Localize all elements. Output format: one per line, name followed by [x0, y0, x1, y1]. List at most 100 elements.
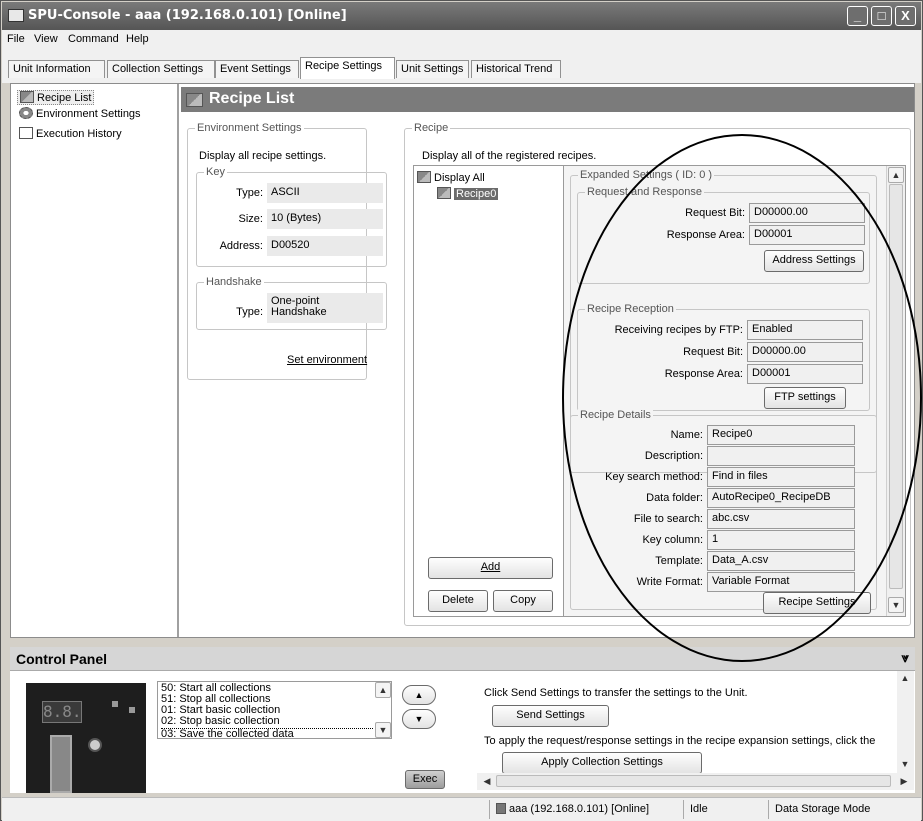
exec-label: Exec: [412, 773, 438, 785]
scroll-up-icon[interactable]: ▲: [375, 682, 391, 698]
send-settings-label: Send Settings: [516, 709, 585, 721]
window-title: SPU-Console - aaa (192.168.0.101) [Onlin…: [28, 8, 347, 23]
collapse-chevron-icon[interactable]: ⩔: [902, 650, 909, 666]
scroll-down-icon[interactable]: ▼: [888, 597, 904, 613]
reception-response-area-label: Response Area:: [664, 368, 743, 380]
scroll-down-icon[interactable]: ▼: [375, 722, 391, 738]
scroll-left-icon[interactable]: ◀: [479, 774, 495, 790]
move-down-button[interactable]: ▼: [402, 709, 436, 729]
group-legend: Recipe Reception: [585, 303, 676, 315]
exec-button[interactable]: Exec: [405, 770, 445, 789]
environment-settings-group: Environment Settings Display all recipe …: [187, 122, 387, 380]
status-connection: aaa (192.168.0.101) [Online]: [489, 800, 683, 819]
ftp-settings-button[interactable]: FTP settings: [764, 387, 846, 409]
tree-root-label: Display All: [434, 172, 485, 184]
control-panel-title: Control Panel: [16, 651, 108, 667]
scrollbar-thumb[interactable]: [496, 775, 891, 787]
command-item[interactable]: 03: Save the collected data: [161, 729, 294, 740]
tab-unit-settings[interactable]: Unit Settings: [396, 60, 469, 78]
address-settings-button[interactable]: Address Settings: [764, 250, 864, 272]
scroll-up-icon[interactable]: ▲: [897, 671, 913, 687]
add-button[interactable]: Add: [428, 557, 553, 579]
document-icon: [19, 127, 33, 139]
sidebar-item-recipe-list[interactable]: Recipe List: [17, 90, 95, 105]
gear-icon: [19, 107, 33, 119]
menu-help[interactable]: Help: [126, 33, 149, 45]
close-button[interactable]: X: [895, 6, 916, 26]
segment-display: 8.8.: [42, 701, 82, 723]
tab-historical-trend[interactable]: Historical Trend: [471, 60, 561, 78]
recipe-reception-group: Recipe Reception Receiving recipes by FT…: [577, 303, 870, 411]
menu-command[interactable]: Command: [68, 33, 119, 45]
env-description: Display all recipe settings.: [199, 150, 327, 162]
key-type-label: Type:: [236, 187, 263, 199]
control-panel-body: 8.8. 50: Start all collections 51: Stop …: [10, 671, 915, 793]
tree-root-display-all[interactable]: Display All: [417, 171, 485, 184]
status-state: Idle: [683, 800, 768, 819]
apply-collection-settings-button[interactable]: Apply Collection Settings: [502, 752, 702, 774]
command-list[interactable]: 50: Start all collections 51: Stop all c…: [157, 681, 392, 740]
ftp-receiving-value: Enabled: [747, 320, 863, 340]
detail-value: [707, 446, 855, 466]
detail-value: AutoRecipe0_RecipeDB: [707, 488, 855, 508]
detail-value: 1: [707, 530, 855, 550]
copy-button[interactable]: Copy: [493, 590, 553, 612]
detail-value: Variable Format: [707, 572, 855, 592]
detail-label: Key column:: [642, 534, 703, 546]
scroll-down-icon[interactable]: ▼: [897, 757, 913, 773]
scrollbar-thumb[interactable]: [889, 184, 903, 589]
scroll-up-icon[interactable]: ▲: [888, 167, 904, 183]
key-type-value: ASCII: [267, 183, 383, 203]
app-icon: [8, 9, 24, 22]
tab-bar: Unit Information Collection Settings Eve…: [2, 49, 921, 83]
tree-item-recipe0[interactable]: Recipe0: [437, 187, 499, 200]
detail-label: Description:: [644, 450, 703, 462]
vertical-scrollbar[interactable]: ▲ ▼: [897, 671, 914, 773]
recipe-icon: [437, 187, 451, 199]
move-up-button[interactable]: ▲: [402, 685, 436, 705]
request-bit-label: Request Bit:: [685, 207, 745, 219]
device-slot: [50, 735, 72, 793]
tab-collection-settings[interactable]: Collection Settings: [107, 60, 215, 78]
vertical-scrollbar[interactable]: ▲ ▼: [886, 166, 905, 616]
detail-label: Key search method:: [605, 471, 703, 483]
scroll-right-icon[interactable]: ▶: [896, 774, 912, 790]
request-bit-value: D00000.00: [749, 203, 865, 223]
detail-value: abc.csv: [707, 509, 855, 529]
control-panel-header: Control Panel ⩔: [10, 647, 915, 671]
minimize-button[interactable]: _: [847, 6, 868, 26]
tab-recipe-settings[interactable]: Recipe Settings: [300, 57, 395, 79]
command-item[interactable]: 02: Stop basic collection: [161, 716, 280, 727]
key-size-value: 10 (Bytes): [267, 209, 383, 229]
set-environment-link[interactable]: Set environment: [287, 354, 367, 366]
expanded-settings-panel: Expanded Settings ( ID: 0 ) Request and …: [563, 165, 906, 617]
sidebar-item-execution-history[interactable]: Execution History: [19, 127, 122, 140]
add-button-label: Add: [480, 561, 501, 573]
group-legend: Recipe: [412, 122, 451, 134]
sidebar-item-environment-settings[interactable]: Environment Settings: [19, 107, 141, 120]
recipe-tree[interactable]: Display All Recipe0 Add Delete Copy: [413, 165, 564, 617]
reception-request-bit-value: D00000.00: [747, 342, 863, 362]
apply-settings-hint: To apply the request/response settings i…: [484, 735, 876, 747]
tab-unit-information[interactable]: Unit Information: [8, 60, 105, 78]
maximize-button[interactable]: □: [871, 6, 892, 26]
tab-event-settings[interactable]: Event Settings: [215, 60, 299, 78]
response-area-label: Response Area:: [666, 229, 745, 241]
detail-label: File to search:: [633, 513, 703, 525]
handshake-type-label: Type:: [236, 306, 263, 318]
menu-view[interactable]: View: [34, 33, 58, 45]
menu-file[interactable]: File: [7, 33, 25, 45]
sidebar-item-label: Execution History: [36, 128, 122, 140]
detail-value: Find in files: [707, 467, 855, 487]
delete-button[interactable]: Delete: [428, 590, 488, 612]
detail-value: Recipe0: [707, 425, 855, 445]
detail-label: Template:: [655, 555, 703, 567]
recipe-settings-button[interactable]: Recipe Settings: [763, 592, 871, 614]
horizontal-scrollbar[interactable]: ◀ ▶: [477, 773, 914, 790]
send-settings-hint: Click Send Settings to transfer the sett…: [484, 687, 748, 699]
address-settings-label: Address Settings: [772, 254, 856, 266]
delete-button-label: Delete: [442, 594, 474, 606]
copy-button-label: Copy: [510, 594, 536, 606]
send-settings-button[interactable]: Send Settings: [492, 705, 609, 727]
pane-divider[interactable]: [177, 84, 179, 637]
